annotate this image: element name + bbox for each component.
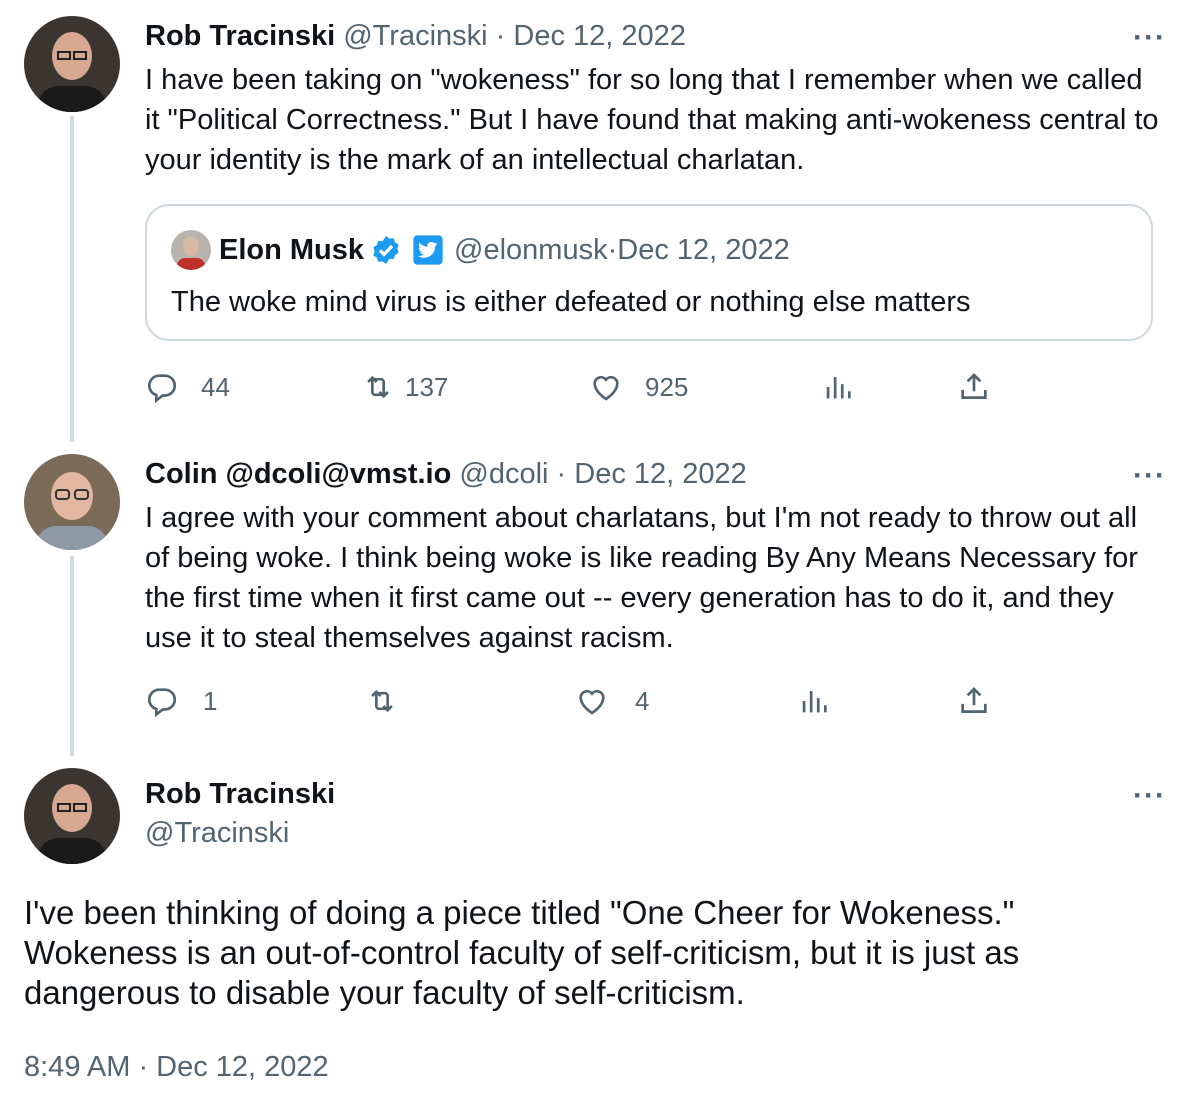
views-button[interactable] [797,684,831,718]
quoted-tweet[interactable]: Elon Musk @elonmusk · Dec 12, 2022 The w… [145,204,1153,341]
verified-badge-icon [373,236,399,264]
thread-line [70,556,74,756]
tweet-actions: 1 4 [145,684,1045,724]
avatar-colin[interactable] [24,454,120,550]
retweet-icon [367,375,389,399]
tweet-text: I have been taking on "wokeness" for so … [145,64,1159,176]
quoted-tweet-header: Elon Musk @elonmusk · Dec 12, 2022 [219,232,790,268]
more-options-icon[interactable]: ··· [1133,23,1166,53]
twitter-affiliate-icon [413,235,443,265]
tweet-header: Colin @dcoli@vmst.io @dcoli · Dec 12, 20… [145,456,747,492]
main-tweet-text: I've been thinking of doing a piece titl… [24,894,1020,1011]
share-button[interactable] [957,370,991,404]
retweet-icon [371,689,393,713]
views-icon [802,691,827,713]
quoted-author-name[interactable]: Elon Musk [219,232,364,268]
reply-icon [147,374,177,404]
heart-icon [579,689,605,715]
separator: · [548,458,575,490]
like-count: 925 [645,371,689,402]
author-handle[interactable]: @dcoli [459,458,548,490]
author-handle[interactable]: @Tracinski [145,815,289,851]
reply-icon [147,688,177,718]
quoted-tweet-text: The woke mind virus is either defeated o… [171,286,971,318]
main-tweet-header: Rob Tracinski [145,776,335,812]
thread-line [70,116,74,442]
avatar-rob-tracinski[interactable] [24,768,120,864]
main-tweet-timestamp[interactable]: 8:49 AM · Dec 12, 2022 [24,1047,329,1087]
tweet-date[interactable]: Dec 12, 2022 [574,458,747,490]
reply-count: 1 [203,685,218,716]
avatar-elon-musk[interactable] [171,230,211,270]
tweet-text: I agree with your comment about charlata… [145,502,1138,654]
quoted-author-handle[interactable]: @elonmusk [454,232,608,268]
views-button[interactable] [821,370,855,404]
separator: · [487,20,514,52]
share-icon [961,373,987,399]
share-icon [961,687,987,713]
retweet-button[interactable]: 137 [361,370,448,404]
like-button[interactable]: 925 [589,370,688,404]
reply-button[interactable]: 1 [145,684,217,718]
share-button[interactable] [957,684,991,718]
tweet-actions: 44 137 925 [145,370,1045,410]
reply-count: 44 [201,371,230,402]
author-name[interactable]: Rob Tracinski [145,20,335,52]
retweet-button[interactable] [365,684,421,718]
separator: · [607,234,618,266]
quoted-tweet-date[interactable]: Dec 12, 2022 [617,232,790,268]
more-options-icon[interactable]: ··· [1133,461,1166,491]
tweet-header: Rob Tracinski @Tracinski · Dec 12, 2022 [145,18,686,54]
author-name[interactable]: Colin @dcoli@vmst.io [145,458,451,490]
author-name[interactable]: Rob Tracinski [145,778,335,810]
tweet-date[interactable]: Dec 12, 2022 [513,20,686,52]
reply-button[interactable]: 44 [145,370,230,404]
retweet-count: 137 [405,371,449,402]
like-button[interactable]: 4 [575,684,649,718]
author-handle[interactable]: @Tracinski [343,20,487,52]
like-count: 4 [635,685,650,716]
more-options-icon[interactable]: ··· [1133,781,1166,811]
avatar-rob-tracinski[interactable] [24,16,120,112]
views-icon [826,377,851,399]
heart-icon [593,375,619,401]
